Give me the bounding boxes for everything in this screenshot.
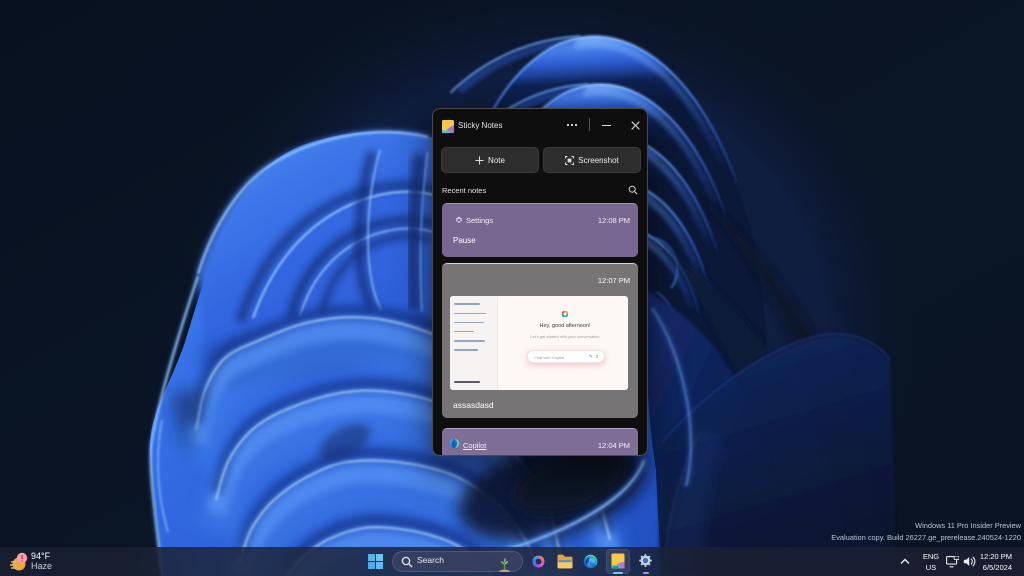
svg-text:PRE: PRE — [613, 565, 619, 569]
